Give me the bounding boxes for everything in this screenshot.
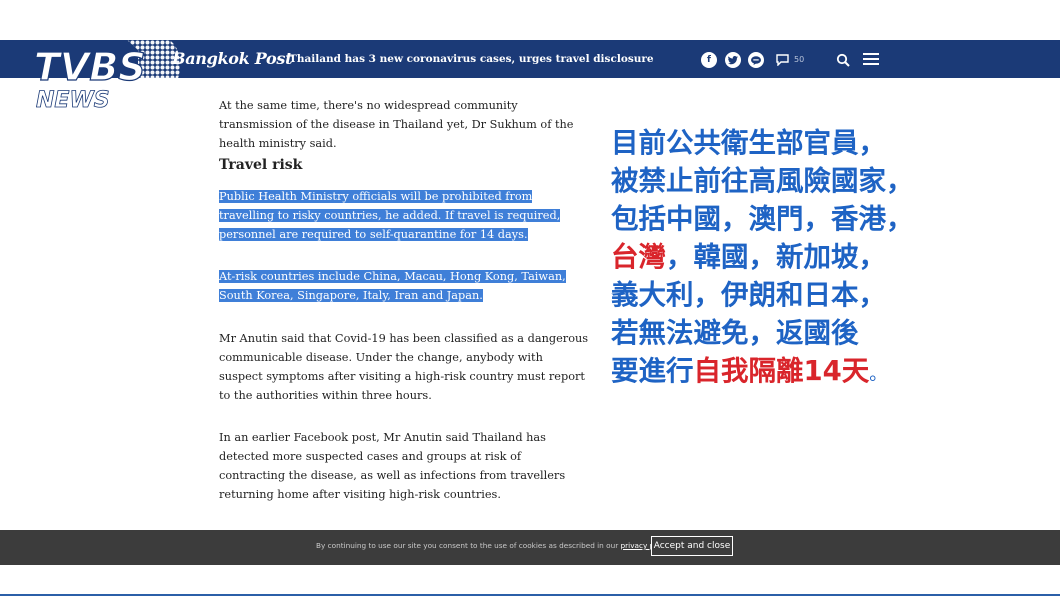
chinese-caption-overlay: 目前公共衛生部官員， 被禁止前往高風險國家， 包括中國，澳門，香港， 台灣，韓國… bbox=[611, 124, 1051, 394]
site-logo[interactable]: Bangkok Post bbox=[172, 49, 293, 68]
article-paragraph: Mr Anutin said that Covid-19 has been cl… bbox=[219, 332, 589, 402]
caption-text: 要進行 bbox=[611, 355, 694, 387]
caption-line: 台灣，韓國，新加坡， bbox=[611, 238, 1051, 276]
comment-icon[interactable] bbox=[776, 54, 789, 66]
caption-red-text: 自我隔離14天 bbox=[693, 355, 870, 387]
caption-line: 義大利，伊朗和日本， bbox=[611, 279, 886, 311]
accept-and-close-button[interactable]: Accept and close bbox=[651, 536, 733, 556]
svg-text:TVBS: TVBS bbox=[34, 45, 146, 89]
hamburger-menu-icon[interactable] bbox=[863, 53, 879, 65]
caption-period: 。 bbox=[869, 364, 888, 385]
comment-count: 50 bbox=[794, 55, 805, 64]
caption-line: 要進行自我隔離14天。 bbox=[611, 352, 1051, 394]
twitter-icon[interactable] bbox=[725, 52, 741, 68]
article-paragraph-highlighted[interactable]: At-risk countries include China, Macau, … bbox=[219, 267, 594, 305]
caption-line: 若無法避免，返國後 bbox=[611, 317, 859, 349]
svg-text:NEWS: NEWS bbox=[36, 88, 110, 110]
cookie-consent-text: By continuing to use our site you consen… bbox=[316, 541, 672, 550]
nav-headline[interactable]: Thailand has 3 new coronavirus cases, ur… bbox=[289, 53, 654, 65]
selected-text[interactable]: At-risk countries include China, Macau, … bbox=[219, 270, 566, 302]
article-paragraph-highlighted[interactable]: Public Health Ministry officials will be… bbox=[219, 187, 584, 244]
search-icon[interactable] bbox=[836, 53, 850, 67]
line-chat-icon[interactable] bbox=[748, 52, 764, 68]
caption-red-text: 台灣 bbox=[611, 241, 666, 273]
selected-text[interactable]: Public Health Ministry officials will be… bbox=[219, 190, 561, 241]
article-paragraph: In an earlier Facebook post, Mr Anutin s… bbox=[219, 431, 566, 501]
article-paragraph: At the same time, there's no widespread … bbox=[219, 99, 574, 150]
caption-text: ，韓國，新加坡， bbox=[666, 241, 886, 273]
caption-line: 被禁止前往高風險國家， bbox=[611, 165, 914, 197]
caption-line: 目前公共衛生部官員， bbox=[611, 127, 886, 159]
section-heading: Travel risk bbox=[219, 157, 303, 173]
tvbs-news-logo: TVBS NEWS bbox=[33, 34, 180, 110]
facebook-icon[interactable]: f bbox=[701, 52, 717, 68]
caption-line: 包括中國，澳門，香港， bbox=[611, 203, 914, 235]
